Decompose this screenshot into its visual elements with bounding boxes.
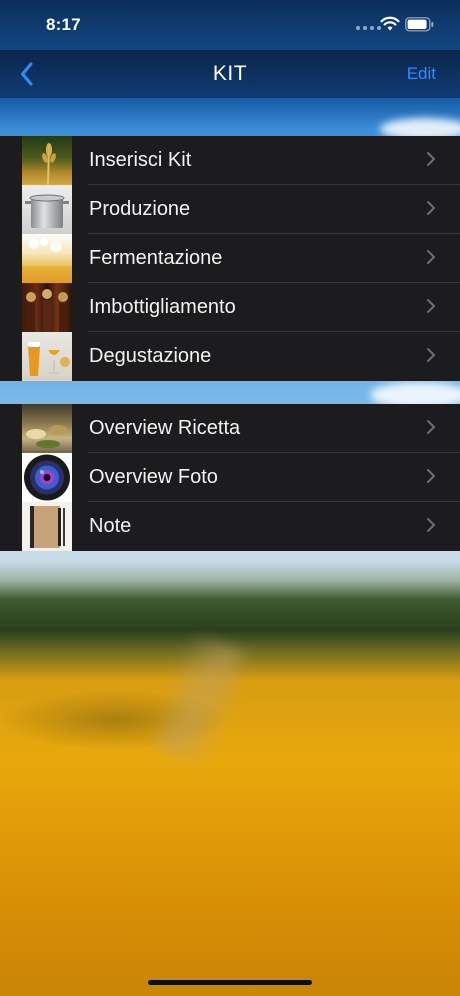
list-item-label: Note xyxy=(89,515,132,537)
battery-icon xyxy=(405,17,434,32)
beer-glasses-thumbnail xyxy=(22,332,72,381)
list-item-imbottigliamento[interactable]: Imbottigliamento xyxy=(0,283,460,332)
chevron-right-icon xyxy=(427,348,435,362)
ingredients-thumbnail xyxy=(22,404,72,453)
menu-section-kit: Inserisci Kit Produzione Fermentazione I… xyxy=(0,136,460,381)
wifi-icon xyxy=(380,16,400,31)
status-bar: 8:17 xyxy=(0,0,460,50)
list-item-degustazione[interactable]: Degustazione xyxy=(0,332,460,381)
list-item-inserisci-kit[interactable]: Inserisci Kit xyxy=(0,136,460,185)
home-indicator[interactable] xyxy=(148,980,312,985)
bottles-thumbnail xyxy=(22,283,72,332)
status-time: 8:17 xyxy=(46,15,81,34)
beer-foam-thumbnail xyxy=(22,234,72,283)
camera-lens-thumbnail xyxy=(22,453,72,502)
list-item-label: Overview Ricetta xyxy=(89,417,241,439)
list-item-produzione[interactable]: Produzione xyxy=(0,185,460,234)
edit-button[interactable]: Edit xyxy=(407,64,436,84)
list-item-note[interactable]: Note xyxy=(0,502,460,551)
chevron-right-icon xyxy=(427,518,435,532)
list-item-label: Overview Foto xyxy=(89,466,218,488)
list-item-overview-ricetta[interactable]: Overview Ricetta xyxy=(0,404,460,453)
page-title: KIT xyxy=(212,62,248,85)
menu-section-overview: Overview Ricetta Overview Foto Note xyxy=(0,404,460,551)
notebook-thumbnail xyxy=(22,502,72,551)
stockpot-thumbnail xyxy=(22,185,72,234)
list-item-label: Fermentazione xyxy=(89,247,223,269)
chevron-right-icon xyxy=(427,299,435,313)
list-item-label: Inserisci Kit xyxy=(89,149,192,171)
list-item-overview-foto[interactable]: Overview Foto xyxy=(0,453,460,502)
navigation-bar: KIT Edit xyxy=(0,50,460,98)
list-item-label: Produzione xyxy=(89,198,191,220)
chevron-right-icon xyxy=(427,250,435,264)
chevron-right-icon xyxy=(427,420,435,434)
list-item-fermentazione[interactable]: Fermentazione xyxy=(0,234,460,283)
chevron-right-icon xyxy=(427,201,435,215)
list-item-label: Degustazione xyxy=(89,345,212,367)
list-item-label: Imbottigliamento xyxy=(89,296,236,318)
chevron-right-icon xyxy=(427,469,435,483)
cellular-signal-icon xyxy=(356,26,381,30)
wheat-thumbnail xyxy=(22,136,72,185)
chevron-right-icon xyxy=(427,152,435,166)
